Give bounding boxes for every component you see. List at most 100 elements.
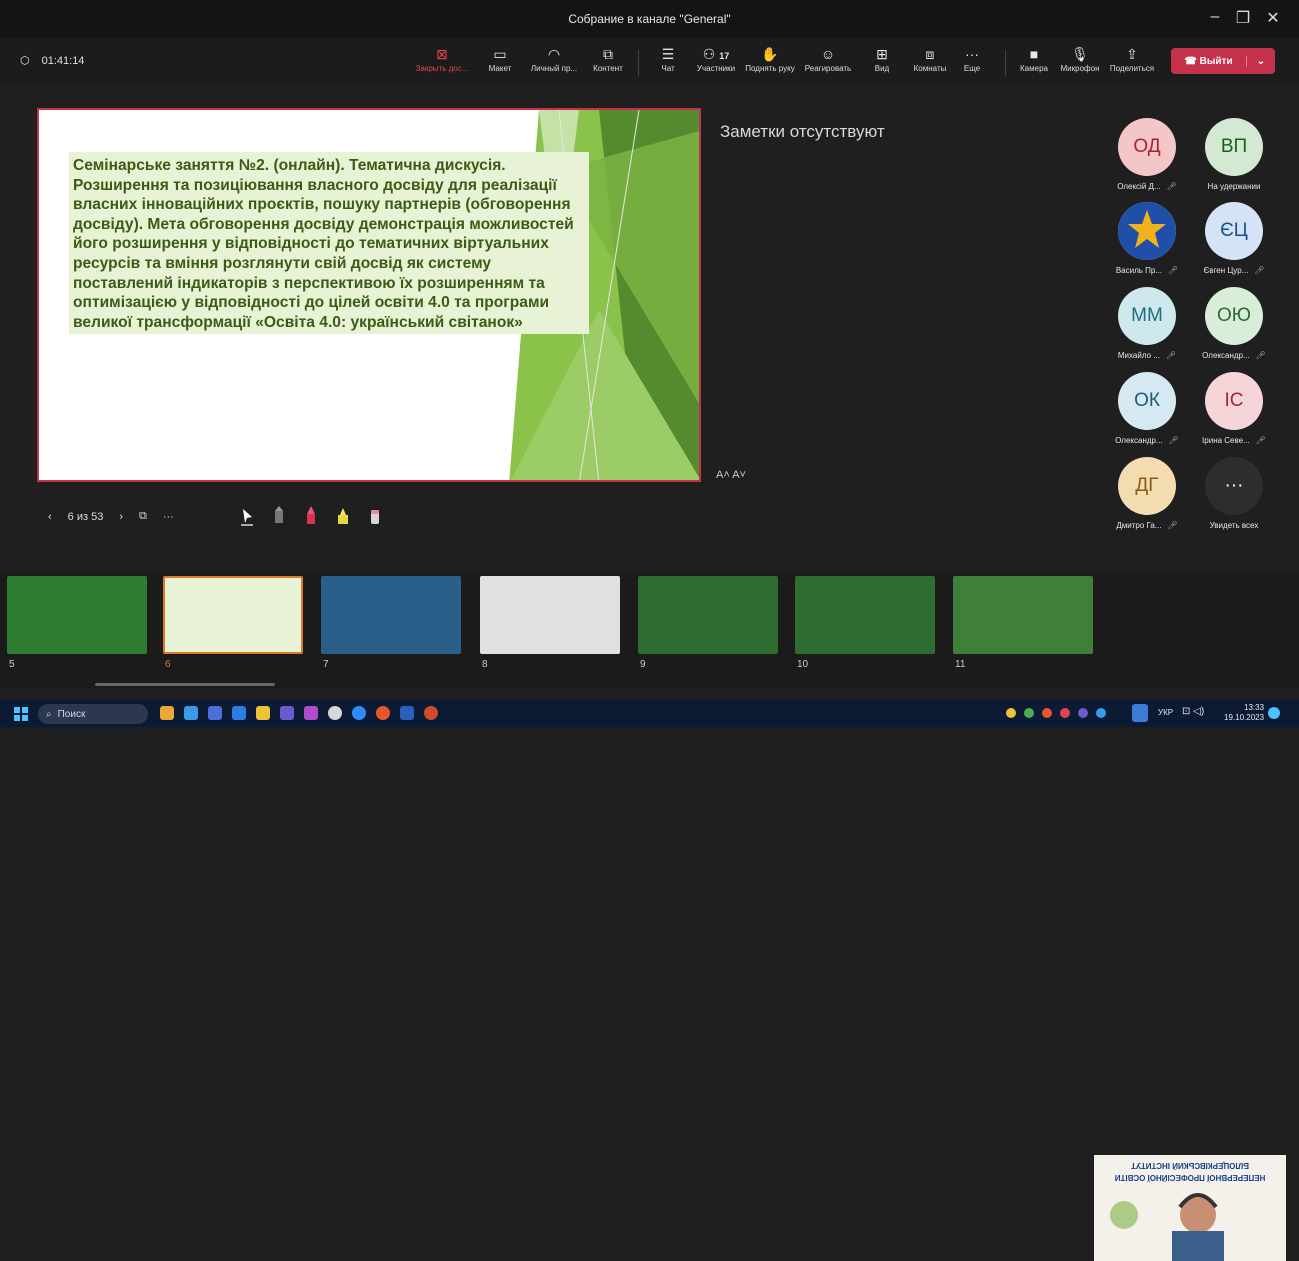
react-button[interactable]: ☺ Реагировать [800, 44, 856, 73]
slide-thumbnail[interactable] [7, 576, 147, 654]
raise-hand-button[interactable]: ✋ Поднять руку [742, 44, 798, 73]
chevron-left-icon[interactable]: ‹ [48, 511, 52, 523]
taskbar-search[interactable]: ⌕ Поиск [38, 704, 148, 724]
participant-name: Михайло ... 🎤︎ [1107, 351, 1187, 360]
avatar: ОК [1118, 372, 1176, 430]
network-volume-icon[interactable]: ⊡ ◁) [1182, 706, 1204, 717]
teams-icon[interactable] [280, 706, 294, 720]
share-button[interactable]: ⇪ Поделиться [1104, 44, 1160, 73]
participant-name-text: Олексій Д... [1117, 182, 1161, 191]
participant-tile[interactable]: ДГ Дмитро Га... 🎤︎ [1107, 457, 1187, 530]
slide-thumbnail[interactable] [480, 576, 620, 654]
shared-slide: Семінарське заняття №2. (онлайн). Темати… [37, 108, 701, 482]
phone-icon: ☎ [1184, 55, 1197, 67]
edge-icon[interactable] [184, 706, 198, 720]
powerpoint-icon[interactable] [424, 706, 438, 720]
chrome-icon[interactable] [328, 706, 342, 720]
content-button[interactable]: ⧉ Контент [580, 44, 636, 73]
participants-button[interactable]: ⚇ 17 Участники [688, 44, 744, 73]
highlighter-icon[interactable] [336, 506, 350, 526]
minimize-icon[interactable]: – [1200, 8, 1230, 26]
store-icon[interactable] [208, 706, 222, 720]
tray-app-icon[interactable] [1024, 708, 1034, 718]
chevron-down-icon[interactable]: ⌄ [1247, 56, 1275, 67]
meeting-stage: Семінарське заняття №2. (онлайн). Темати… [0, 86, 1299, 571]
tray-app-icon[interactable] [1096, 708, 1106, 718]
slides-grid-icon[interactable]: ⧉ [139, 510, 147, 523]
browser-icon[interactable] [376, 706, 390, 720]
laser-pointer-icon[interactable] [240, 506, 254, 526]
thumbnail-number: 10 [797, 659, 809, 670]
mic-muted-icon: 🎤︎ [1255, 351, 1266, 360]
participant-tile[interactable]: ММ Михайло ... 🎤︎ [1107, 287, 1187, 360]
presenter-video: БІЛОЦЕРКІВСЬКИЙ ІНСТИТУТ НЕПЕРЕРВНОЇ ПРО… [1094, 1155, 1286, 1261]
notification-icon[interactable] [1268, 707, 1280, 719]
tray-app-icon[interactable] [1042, 708, 1052, 718]
thumbnail-number: 7 [323, 659, 329, 670]
participant-tile[interactable]: ··· Увидеть всех [1194, 457, 1274, 530]
leave-button[interactable]: ☎ Выйти ⌄ [1171, 48, 1275, 74]
clock-time: 13:33 [1244, 703, 1265, 712]
zoom-icon[interactable] [352, 706, 366, 720]
participant-name-text: Ірина Севе... [1202, 436, 1250, 445]
toolbar-divider [638, 50, 639, 76]
broadcast-icon: ◠ [547, 46, 561, 62]
viber-icon[interactable] [304, 706, 318, 720]
windows-start-icon[interactable] [14, 707, 28, 721]
tray-app-icon[interactable] [1078, 708, 1088, 718]
mic-muted-icon: 🎤︎ [1255, 436, 1266, 445]
participant-tile[interactable]: ВП На удержании [1194, 118, 1274, 191]
participant-tile[interactable]: ЄЦ Євген Цур... 🎤︎ [1194, 202, 1274, 275]
maximize-icon[interactable]: ❐ [1228, 8, 1258, 28]
widgets-icon[interactable] [160, 706, 174, 720]
slide-counter: 6 из 53 [67, 510, 104, 523]
mic-muted-icon: 🎤︎ [1167, 521, 1178, 530]
participant-tile[interactable]: ОК Олександр... 🎤︎ [1107, 372, 1187, 445]
more-options-icon[interactable]: ··· [163, 511, 174, 523]
slide-thumbnail[interactable] [638, 576, 778, 654]
mic-button[interactable]: 🎙︎ Микрофон [1052, 44, 1108, 73]
personal-mode-button[interactable]: ◠ Личный пр... [526, 44, 582, 73]
participant-tile[interactable]: ІС Ірина Севе... 🎤︎ [1194, 372, 1274, 445]
pen-gray-icon[interactable] [272, 506, 286, 526]
participant-name-text: Дмитро Га... [1116, 521, 1162, 530]
file-explorer-icon[interactable] [256, 706, 270, 720]
close-icon[interactable]: ✕ [1258, 8, 1288, 28]
participant-tile[interactable]: ОЮ Олександр... 🎤︎ [1194, 287, 1274, 360]
close-content-button[interactable]: ⊠ Закрыть дос... [414, 44, 470, 73]
slide-thumbnail[interactable] [795, 576, 935, 654]
annotation-tools [240, 506, 382, 526]
slide-thumbnail[interactable] [953, 576, 1093, 654]
slide-thumbnail[interactable] [163, 576, 303, 654]
thumbnail-number: 8 [482, 659, 488, 670]
eraser-icon[interactable] [368, 506, 382, 526]
notes-placeholder: Заметки отсутствуют [720, 122, 885, 141]
tray-app-icon[interactable] [1006, 708, 1016, 718]
language-indicator[interactable]: УКР [1158, 708, 1173, 717]
mic-muted-icon: 🎤︎ [1254, 266, 1265, 275]
pen-red-icon[interactable] [304, 506, 318, 526]
layout-button[interactable]: ▭ Макет [472, 44, 528, 73]
tray-mic-icon[interactable] [1132, 704, 1148, 722]
slide-thumbnail[interactable] [321, 576, 461, 654]
app-icon[interactable] [232, 706, 246, 720]
mic-muted-icon: 🎤︎ [1168, 266, 1179, 275]
participant-name-text: Увидеть всех [1209, 521, 1259, 530]
slide-text: Семінарське заняття №2. (онлайн). Темати… [69, 152, 589, 335]
font-size-controls[interactable]: A˄ A˅ [716, 469, 746, 481]
close-box-icon: ⊠ [436, 46, 448, 62]
participant-tile[interactable]: ОД Олексій Д... 🎤︎ [1107, 118, 1187, 191]
shield-icon: ⬡ [20, 55, 30, 67]
meeting-toolbar: ⬡ 01:41:14 ⊠ Закрыть дос... ▭ Макет ◠ Ли… [0, 38, 1299, 86]
clock[interactable]: 13:33 19.10.2023 [1224, 703, 1264, 723]
tray-app-icon[interactable] [1060, 708, 1070, 718]
avatar: ВП [1205, 118, 1263, 176]
more-button[interactable]: ··· Еще [944, 44, 1000, 73]
thumbnail-number: 5 [9, 659, 15, 670]
thumbnail-number: 9 [640, 659, 646, 670]
word-icon[interactable] [400, 706, 414, 720]
thumbnail-scrollbar[interactable] [95, 683, 275, 686]
participant-name: Євген Цур... 🎤︎ [1194, 266, 1274, 275]
chevron-right-icon[interactable]: › [119, 511, 123, 523]
participant-tile[interactable]: Василь Пр... 🎤︎ [1107, 202, 1187, 275]
